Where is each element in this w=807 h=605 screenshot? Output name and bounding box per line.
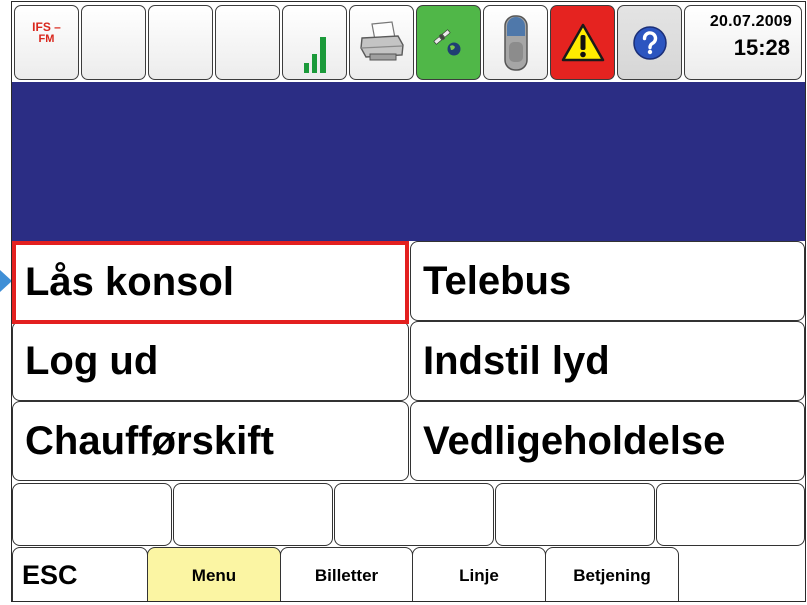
status-slot-2[interactable] [148,5,213,80]
soft-key-1[interactable] [12,483,172,546]
ifs-fm-logo-button[interactable]: IFS – FM [14,5,79,80]
help-button[interactable] [617,5,682,80]
device-icon [503,14,528,71]
message-area [12,82,805,241]
soft-key-2[interactable] [173,483,333,546]
help-icon [632,25,667,60]
tab-esc[interactable]: ESC [12,547,148,601]
menu-item-telebus[interactable]: Telebus [410,241,805,321]
time-text: 15:28 [733,35,790,60]
signal-status-button[interactable] [282,5,347,80]
date-text: 20.07.2009 [709,13,792,30]
logo-text-line2: FM [38,33,55,45]
soft-key-3[interactable] [334,483,494,546]
menu-item-lock-console[interactable]: Lås konsol [12,241,409,324]
status-slot-1[interactable] [81,5,146,80]
status-bar: IFS – FM 20.07.2009 15:28 [12,2,805,82]
warning-button[interactable] [550,5,615,80]
datetime-display: 20.07.2009 15:28 [684,5,802,80]
printer-icon [359,20,404,60]
terminal-screen: IFS – FM 20.07.2009 15:28 Lås konsol Tel… [11,1,806,602]
menu-item-driver-change[interactable]: Chaufførskift [12,401,409,481]
soft-key-5[interactable] [656,483,805,546]
status-slot-3[interactable] [215,5,280,80]
gps-icon [432,28,460,55]
device-status-button[interactable] [483,5,548,80]
menu-item-log-out[interactable]: Log ud [12,321,409,401]
menu-item-maintenance[interactable]: Vedligeholdelse [410,401,805,481]
soft-key-4[interactable] [495,483,655,546]
gps-status-button[interactable] [416,5,481,80]
tab-menu[interactable]: Menu [147,547,281,601]
tab-billetter[interactable]: Billetter [280,547,413,601]
tab-betjening[interactable]: Betjening [545,547,679,601]
warning-icon [561,23,604,61]
logo-text-line1: IFS – [32,20,61,34]
printer-status-button[interactable] [349,5,414,80]
menu-item-sound-settings[interactable]: Indstil lyd [410,321,805,401]
signal-icon [303,37,326,73]
tab-linje[interactable]: Linje [412,547,546,601]
